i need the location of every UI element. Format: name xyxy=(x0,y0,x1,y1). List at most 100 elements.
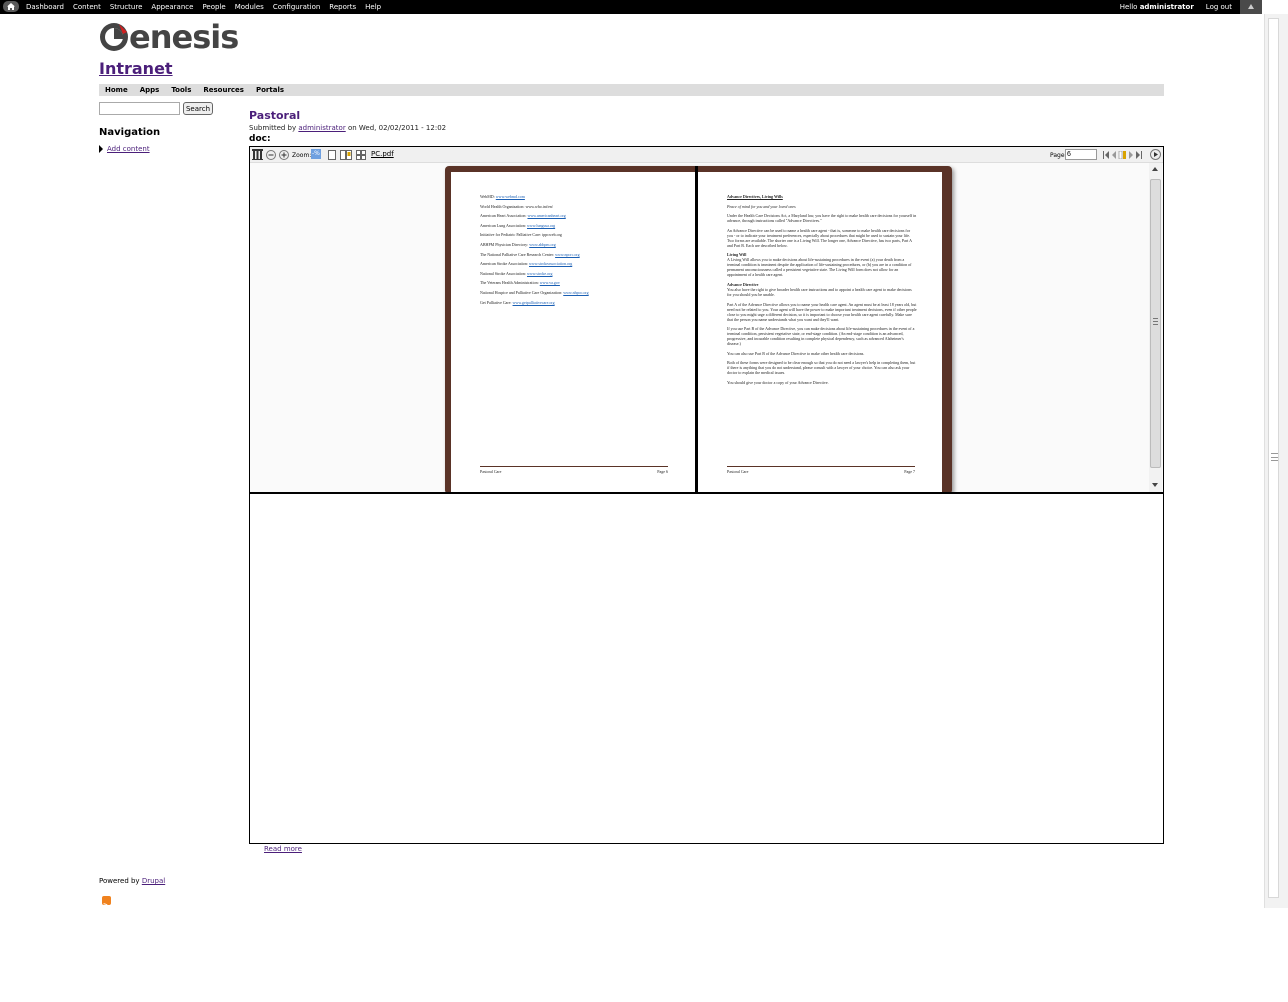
resource-label: American Stroke Association: xyxy=(480,261,528,267)
resource-link[interactable]: www.americanheart.org xyxy=(527,213,565,218)
admin-menu-people[interactable]: People xyxy=(202,3,225,11)
paragraph: You should give your doctor a copy of yo… xyxy=(727,379,829,385)
viewer-scrollbar-thumb[interactable] xyxy=(1150,179,1161,468)
username-link[interactable]: administrator xyxy=(1140,3,1194,11)
document-viewer: Zoom: -% PC.pdf Page WebMD: www.webmd.co… xyxy=(249,146,1164,844)
nav-home[interactable]: Home xyxy=(105,86,128,94)
resource-list: WebMD: www.webmd.com World Health Organiz… xyxy=(480,194,670,309)
print-icon[interactable] xyxy=(252,149,263,160)
footer-page-number: Page 7 xyxy=(904,469,915,474)
zoom-value[interactable]: -% xyxy=(311,149,321,159)
resource-label: WebMD: xyxy=(480,194,495,199)
submitted-info: Submitted by administrator on Wed, 02/02… xyxy=(249,124,446,132)
shortcuts-toggle[interactable] xyxy=(1240,0,1262,14)
resource-line: National Hospice and Palliative Care Org… xyxy=(480,290,670,295)
doc-field-label: doc: xyxy=(249,134,271,144)
footer-title: Pastoral Care xyxy=(480,469,502,474)
paragraph: If you use Part B of the Advance Directi… xyxy=(727,326,915,347)
search-input[interactable] xyxy=(99,102,180,115)
zoom-label: Zoom: xyxy=(292,152,312,159)
page-6: WebMD: www.webmd.com World Health Organiz… xyxy=(451,172,695,492)
add-content-item: Add content xyxy=(99,145,150,153)
admin-toolbar: Dashboard Content Structure Appearance P… xyxy=(0,0,1262,14)
zoom-out-icon[interactable] xyxy=(266,150,276,160)
genesis-logo-icon xyxy=(99,22,129,52)
page-scrollbar-thumb[interactable] xyxy=(1268,18,1279,898)
footer-title: Pastoral Care xyxy=(727,469,749,474)
resource-line: Initiative for Pediatric Palliative Care… xyxy=(480,232,670,237)
nav-apps[interactable]: Apps xyxy=(140,86,160,94)
resource-label: The National Palliative Care Research Ce… xyxy=(480,251,555,257)
logout-link[interactable]: Log out xyxy=(1206,3,1232,11)
resource-label: Get Palliative Care: xyxy=(480,299,512,305)
author-link[interactable]: administrator xyxy=(298,124,345,132)
admin-menu-content[interactable]: Content xyxy=(73,3,101,11)
admin-menu-reports[interactable]: Reports xyxy=(329,3,356,11)
resource-link[interactable]: www.strokeassociation.org xyxy=(529,261,572,266)
admin-menu-modules[interactable]: Modules xyxy=(235,3,264,11)
paragraph: A Living Will allows you to make decisio… xyxy=(727,257,912,278)
page-scrollbar[interactable] xyxy=(1264,14,1288,908)
drupal-link[interactable]: Drupal xyxy=(142,877,165,885)
admin-menu-dashboard[interactable]: Dashboard xyxy=(26,3,64,11)
page-title: Pastoral xyxy=(249,109,301,122)
primary-nav: Home Apps Tools Resources Portals xyxy=(99,84,1164,96)
user-menu: Hello administrator Log out xyxy=(1120,3,1232,11)
resource-link[interactable]: www.stroke.org xyxy=(527,271,552,276)
nav-portals[interactable]: Portals xyxy=(256,86,284,94)
zoom-in-icon[interactable] xyxy=(279,150,289,160)
site-logo[interactable]: enesis xyxy=(99,18,239,56)
powered-by: Powered by Drupal xyxy=(99,877,165,885)
page-subheading: Peace of mind for you and your loved one… xyxy=(727,203,796,209)
page-navigation-icon[interactable] xyxy=(1103,151,1143,159)
viewer-scrollbar[interactable] xyxy=(1149,163,1162,492)
site-name-link[interactable]: Intranet xyxy=(99,59,173,78)
resource-line: American Heart Association: www.american… xyxy=(480,213,670,218)
page-footer: Pastoral Care Page 7 xyxy=(727,466,915,474)
resource-link[interactable]: www.abhpm.org xyxy=(529,242,556,247)
rss-feed-icon[interactable] xyxy=(102,896,111,910)
resource-link[interactable]: www.getpalliativecare.org xyxy=(513,300,555,305)
resource-link[interactable]: www.npcrc.org xyxy=(555,252,580,257)
resource-line: The Veterans Health Administration: www.… xyxy=(480,280,670,285)
resource-line: The National Palliative Care Research Ce… xyxy=(480,252,670,257)
two-page-icon[interactable] xyxy=(340,150,352,160)
add-content-link[interactable]: Add content xyxy=(107,145,150,153)
logo-wordmark: enesis xyxy=(129,18,239,56)
paragraph: An Advance Directive can be used to name… xyxy=(727,227,912,248)
document-pages-area[interactable]: WebMD: www.webmd.com World Health Organiz… xyxy=(250,163,1163,494)
greeting: Hello administrator xyxy=(1120,3,1194,11)
read-more-link[interactable]: Read more xyxy=(264,845,302,853)
resource-label: National Hospice and Palliative Care Org… xyxy=(480,289,563,295)
document-spread: WebMD: www.webmd.com World Health Organiz… xyxy=(445,166,952,492)
nav-resources[interactable]: Resources xyxy=(203,86,244,94)
single-page-icon[interactable] xyxy=(328,150,336,160)
resource-label: World Health Organization: xyxy=(480,203,525,209)
search-button[interactable]: Search xyxy=(183,102,213,115)
admin-menu-appearance[interactable]: Appearance xyxy=(151,3,193,11)
thumbnails-icon[interactable] xyxy=(356,150,366,160)
greeting-prefix: Hello xyxy=(1119,3,1138,11)
admin-menu-configuration[interactable]: Configuration xyxy=(273,3,320,11)
resource-link[interactable]: www.nhpco.org xyxy=(563,290,588,295)
resource-link[interactable]: www.va.gov xyxy=(540,280,560,285)
grip-icon xyxy=(1153,318,1158,325)
next-page-icon[interactable] xyxy=(1150,149,1161,160)
resource-text: ippcweb.org xyxy=(542,232,562,238)
scroll-down-icon[interactable] xyxy=(1152,483,1158,487)
resource-line: National Stroke Association: www.stroke.… xyxy=(480,271,670,276)
nav-tools[interactable]: Tools xyxy=(171,86,191,94)
resource-line: World Health Organization: www.who.int/e… xyxy=(480,204,670,209)
footer-page-number: Page 6 xyxy=(657,469,668,474)
home-icon[interactable] xyxy=(3,1,19,12)
scroll-up-icon[interactable] xyxy=(1152,167,1158,171)
resource-label: The Veterans Health Administration: xyxy=(480,280,539,286)
page-number-input[interactable] xyxy=(1065,149,1097,160)
resource-link[interactable]: www.webmd.com xyxy=(496,194,525,199)
admin-menu: Dashboard Content Structure Appearance P… xyxy=(26,3,381,11)
resource-link[interactable]: www.lungusa.org xyxy=(527,223,555,228)
admin-menu-help[interactable]: Help xyxy=(365,3,381,11)
filename-link[interactable]: PC.pdf xyxy=(371,150,394,158)
resource-line: WebMD: www.webmd.com xyxy=(480,194,670,199)
admin-menu-structure[interactable]: Structure xyxy=(110,3,143,11)
